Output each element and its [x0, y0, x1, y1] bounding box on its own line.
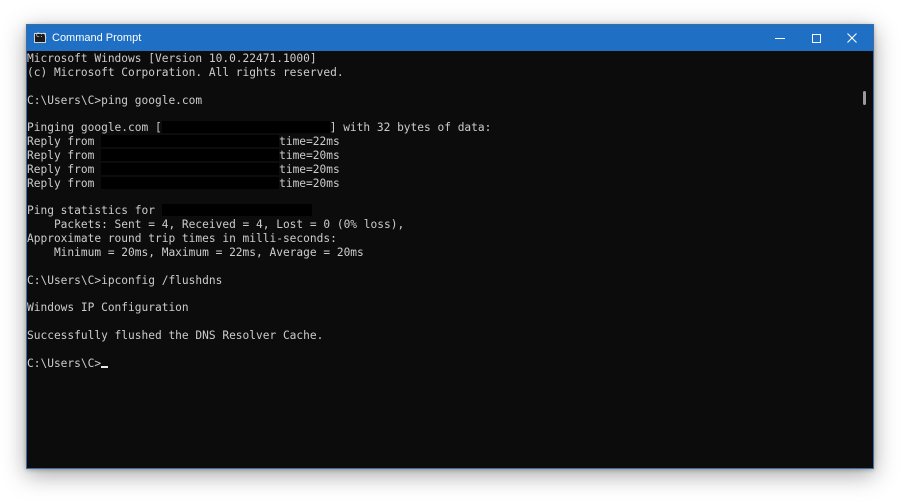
command-text: ipconfig /flushdns — [101, 273, 223, 287]
stats-prefix: Ping statistics for — [27, 204, 162, 218]
console-line-copyright: (c) Microsoft Corporation. All rights re… — [27, 65, 344, 79]
reply-time: time=20ms — [279, 148, 340, 162]
redacted-ip — [101, 135, 280, 148]
console-line-rtt-header: Approximate round trip times in milli-se… — [27, 231, 337, 245]
cmd-icon — [34, 32, 47, 43]
console-line-reply: Reply from time=20ms — [27, 148, 873, 163]
reply-prefix: Reply from — [27, 176, 102, 190]
text-cursor — [101, 365, 109, 368]
console-line-pinging: Pinging google.com [ ] with 32 bytes of d… — [27, 121, 873, 135]
console-line-version: Microsoft Windows [Version 10.0.22471.10… — [27, 52, 317, 65]
console-blank — [27, 80, 873, 94]
console-blank — [27, 315, 873, 329]
reply-time: time=20ms — [279, 162, 340, 176]
console-blank — [27, 343, 873, 357]
console-line-command-ipconfig: C:\Users\C>ipconfig /flushdns — [27, 274, 873, 288]
console-line-reply: Reply from time=20ms — [27, 162, 873, 177]
close-button[interactable] — [834, 25, 870, 51]
maximize-button[interactable] — [798, 25, 834, 51]
command-prompt-window[interactable]: Command Prompt Microsoft Windows [Versio… — [26, 24, 874, 469]
window-title: Command Prompt — [52, 32, 142, 44]
console-line-reply: Reply from time=22ms — [27, 135, 873, 149]
console-line-stats-header: Ping statistics for — [27, 204, 873, 218]
redacted-ip — [161, 121, 330, 134]
console-line-current-prompt[interactable]: C:\Users\C> — [27, 357, 873, 371]
minimize-icon — [775, 37, 785, 39]
prompt: C:\Users\C> — [27, 356, 102, 370]
console-blank — [27, 260, 873, 274]
console-line-reply: Reply from time=20ms — [27, 176, 873, 191]
reply-prefix: Reply from — [27, 162, 102, 176]
title-bar[interactable]: Command Prompt — [27, 25, 873, 51]
prompt: C:\Users\C> — [27, 273, 102, 287]
console-line-command-ping: C:\Users\C>ping google.com — [27, 94, 873, 108]
console-blank — [27, 190, 873, 204]
scrollbar-thumb[interactable] — [863, 91, 866, 105]
console-output[interactable]: Microsoft Windows [Version 10.0.22471.10… — [27, 51, 873, 468]
redacted-ip — [101, 162, 280, 175]
console-line-ip-config: Windows IP Configuration — [27, 301, 189, 315]
redacted-ip — [101, 148, 280, 161]
console-blank — [27, 107, 873, 121]
console-blank — [27, 287, 873, 301]
console-line-packets: Packets: Sent = 4, Received = 4, Lost = … — [27, 218, 405, 232]
minimize-button[interactable] — [762, 25, 798, 51]
console-line-flush-result: Successfully flushed the DNS Resolver Ca… — [27, 328, 324, 342]
command-text: ping google.com — [101, 93, 203, 107]
close-icon — [847, 33, 857, 43]
reply-prefix: Reply from — [27, 148, 102, 162]
console-line-rtt: Minimum = 20ms, Maximum = 22ms, Average … — [27, 245, 364, 259]
reply-time: time=22ms — [279, 135, 340, 149]
reply-time: time=20ms — [279, 176, 340, 190]
redacted-ip — [161, 204, 312, 217]
maximize-icon — [811, 33, 821, 43]
reply-prefix: Reply from — [27, 135, 102, 149]
pinging-suffix: ] with 32 bytes of data: — [329, 121, 492, 135]
prompt: C:\Users\C> — [27, 93, 102, 107]
pinging-prefix: Pinging google.com [ — [27, 121, 162, 135]
redacted-ip — [101, 176, 280, 189]
desktop-background: Command Prompt Microsoft Windows [Versio… — [0, 0, 900, 502]
